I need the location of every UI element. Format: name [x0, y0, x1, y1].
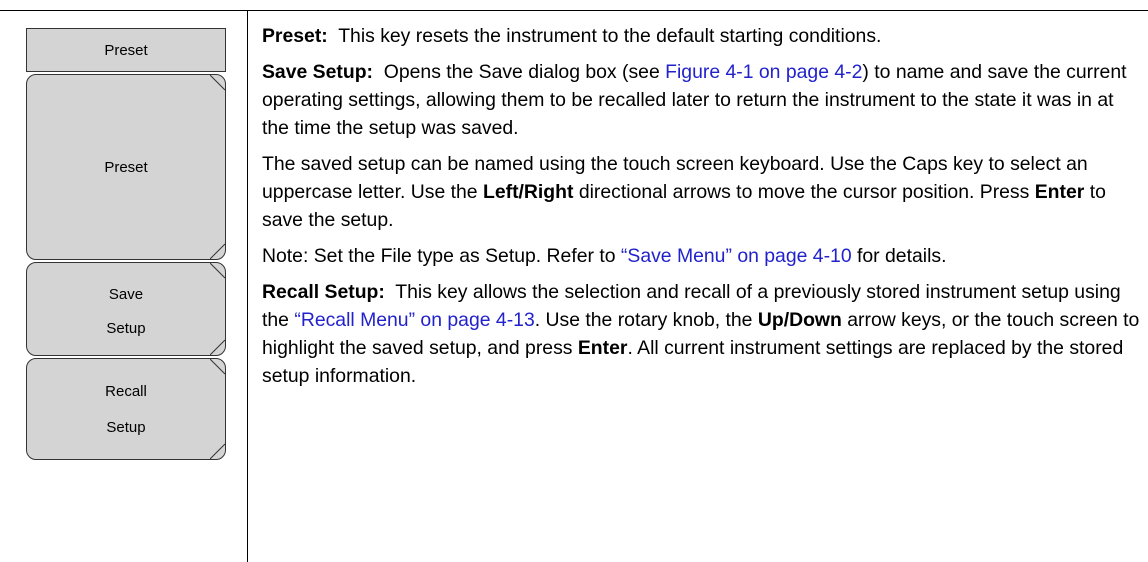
preset-term: Preset: [262, 25, 328, 47]
preset-key[interactable]: Preset [26, 74, 226, 260]
key-notch-icon [210, 359, 226, 375]
recall-setup-key[interactable]: Recall Setup [26, 358, 226, 460]
description-column: Preset: This key resets the instrument t… [262, 22, 1142, 398]
recall-setup-key-line1: Recall [105, 382, 147, 400]
recall-setup-term: Recall Setup: [262, 281, 385, 303]
naming-bold-a: Left/Right [482, 181, 574, 203]
recall-setup-description: Recall Setup: This key allows the select… [262, 278, 1142, 390]
save-menu-link[interactable]: “Save Menu” on page 4-10 [621, 245, 852, 267]
column-divider [247, 10, 248, 562]
save-setup-term: Save Setup: [262, 61, 373, 83]
recall-text-b: . Use the rotary knob, the [534, 309, 753, 331]
menu-title: Preset [26, 28, 226, 72]
naming-bold-b: Enter [1034, 181, 1085, 203]
preset-text: This key resets the instrument to the de… [338, 25, 882, 47]
key-notch-icon [210, 75, 226, 91]
save-setup-key[interactable]: Save Setup [26, 262, 226, 356]
preset-description: Preset: This key resets the instrument t… [262, 22, 1142, 50]
key-notch-icon [210, 443, 226, 459]
note-text-b: for details. [857, 245, 947, 267]
save-setup-description: Save Setup: Opens the Save dialog box (s… [262, 58, 1142, 142]
naming-description: The saved setup can be named using the t… [262, 150, 1142, 234]
note-text-a: Note: Set the File type as Setup. Refer … [262, 245, 616, 267]
figure-link[interactable]: Figure 4-1 on page 4-2 [665, 61, 862, 83]
naming-text-b: directional arrows to move the cursor po… [578, 181, 1030, 203]
note-description: Note: Set the File type as Setup. Refer … [262, 242, 1142, 270]
recall-setup-key-line2: Setup [106, 418, 146, 436]
save-setup-key-line1: Save [108, 285, 144, 303]
key-notch-icon [210, 263, 226, 279]
preset-key-label: Preset [104, 158, 148, 176]
key-notch-icon [210, 339, 226, 355]
preset-menu: Preset Preset Save Setup Recall Setup [26, 28, 226, 460]
recall-menu-link[interactable]: “Recall Menu” on page 4-13 [294, 309, 534, 331]
recall-bold-a: Up/Down [757, 309, 842, 331]
top-rule [0, 10, 1148, 11]
key-notch-icon [210, 243, 226, 259]
save-setup-key-line2: Setup [106, 319, 146, 337]
save-setup-text-a: Opens the Save dialog box (see [383, 61, 660, 83]
recall-bold-b: Enter [577, 337, 628, 359]
